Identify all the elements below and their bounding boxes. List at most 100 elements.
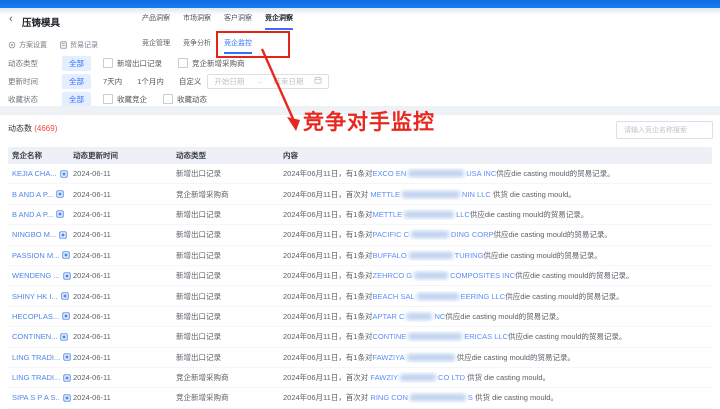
company-link[interactable]: NINGBO M... <box>8 230 73 239</box>
content-company-link[interactable]: LLC <box>456 210 470 219</box>
company-link[interactable]: LING TRADI... <box>8 353 73 362</box>
search-input[interactable] <box>616 121 713 139</box>
content-company-link[interactable]: CONTINE <box>372 332 406 341</box>
column-header-company: 竞企名称 <box>12 151 42 160</box>
gear-icon <box>8 41 16 49</box>
company-name[interactable]: WENDENG ... <box>12 271 60 280</box>
company-name[interactable]: PASSION M... <box>12 251 59 260</box>
quick-1-month[interactable]: 1个月内 <box>137 76 164 87</box>
content-company-link[interactable]: COMPOSITES INC <box>450 271 515 280</box>
content-company-link[interactable]: EXCO EN <box>372 169 406 178</box>
subtab-competitor-management[interactable]: 竞企管理 <box>142 38 170 54</box>
company-detail-icon[interactable] <box>56 190 64 198</box>
end-date-placeholder[interactable]: 结束日期 <box>274 76 304 87</box>
subtab-competition-analysis[interactable]: 竞争分析 <box>183 38 211 54</box>
row-update-date: 2024-06-11 <box>73 373 111 383</box>
checkbox-icon[interactable] <box>103 94 113 104</box>
company-name[interactable]: KEJIA CHA... <box>12 169 57 178</box>
redacted-text <box>416 292 459 300</box>
content-company-link[interactable]: USA INC <box>466 169 496 178</box>
content-text: 供应die casting mould的贸易记录。 <box>469 209 589 219</box>
table-row: NINGBO M... 2024-06-11 新增出口记录 2024年06月11日，有… <box>8 225 712 246</box>
company-name[interactable]: SIPA S P A S... <box>12 393 60 402</box>
start-date-placeholder[interactable]: 开始日期 <box>214 76 244 87</box>
trade-records-button[interactable]: 贸易记录 <box>60 40 98 50</box>
subtab-competitor-monitoring[interactable]: 竞企监控 <box>224 38 252 54</box>
content-company-link[interactable]: APTAR C <box>372 312 404 321</box>
filter-all-button[interactable]: 全部 <box>62 73 91 89</box>
company-detail-icon[interactable] <box>59 170 68 178</box>
company-name[interactable]: B AND A P... <box>12 210 53 219</box>
content-company-link[interactable]: ZEHRCO G <box>372 271 412 280</box>
checkbox-favorite-dynamic[interactable]: 收藏动态 <box>163 94 207 105</box>
content-company-link[interactable]: PACIFIC C <box>372 230 409 239</box>
quick-custom[interactable]: 自定义 <box>179 76 202 87</box>
company-link[interactable]: KEJIA CHA... <box>8 169 73 178</box>
tab-product-insight[interactable]: 产品洞察 <box>142 13 170 30</box>
content-company-link[interactable]: BEACH SAL <box>372 292 414 301</box>
company-detail-icon[interactable] <box>60 333 69 341</box>
redacted-text <box>411 231 450 239</box>
company-name[interactable]: NINGBO M... <box>12 230 56 239</box>
company-detail-icon[interactable] <box>59 231 67 239</box>
company-link[interactable]: B AND A P... <box>8 190 73 199</box>
tab-market-insight[interactable]: 市场洞察 <box>183 13 211 30</box>
table-row: WENDENG ... 2024-06-11 新增出口记录 2024年06月11日，有… <box>8 266 712 287</box>
company-link[interactable]: B AND A P... <box>8 210 73 219</box>
company-detail-icon[interactable] <box>62 312 70 321</box>
checkbox-icon[interactable] <box>163 94 173 104</box>
tab-competitor-insight[interactable]: 竞企洞察 <box>265 13 293 30</box>
calendar-icon[interactable] <box>314 76 322 86</box>
content-company-link[interactable]: TURING <box>455 251 484 260</box>
content-company-link[interactable]: DING CORP <box>451 230 494 239</box>
content-company-link[interactable]: FAWZIY <box>370 373 398 382</box>
checkbox-new-export-record[interactable]: 新增出口记录 <box>103 58 162 69</box>
company-link[interactable]: WENDENG ... <box>8 271 73 280</box>
content-company-link[interactable]: EERING LLC <box>461 292 506 301</box>
plan-settings-button[interactable]: 方案设置 <box>8 40 47 50</box>
content-company-link[interactable]: RING CON <box>370 393 408 402</box>
company-name[interactable]: SHINY HK I... <box>12 292 58 301</box>
company-detail-icon[interactable] <box>63 353 71 361</box>
company-link[interactable]: LING TRADI... <box>8 373 73 382</box>
checkbox-icon[interactable] <box>103 58 113 68</box>
quick-7-days[interactable]: 7天内 <box>103 76 122 87</box>
content-company-link[interactable]: METTLE <box>370 190 400 199</box>
content-text: 供应die casting mould的贸易记录。 <box>496 169 615 179</box>
company-name[interactable]: LING TRADI... <box>12 373 60 382</box>
content-company-link[interactable]: METTLE <box>372 210 402 219</box>
content-company-link[interactable]: CO LTD <box>438 373 465 382</box>
date-range-input[interactable]: 开始日期 → 结束日期 <box>207 73 330 89</box>
checkbox-icon[interactable] <box>178 58 188 68</box>
filter-all-button[interactable]: 全部 <box>62 91 91 107</box>
main-tabs: 产品洞察 市场洞察 客户洞察 竞企洞察 <box>142 13 293 30</box>
checkbox-label: 收藏动态 <box>177 94 207 104</box>
company-name[interactable]: LING TRADI... <box>12 353 60 362</box>
company-detail-icon[interactable] <box>61 292 69 300</box>
content-text: 2024年06月11日，首次对 <box>283 189 371 199</box>
company-link[interactable]: CONTINEN... <box>8 332 73 341</box>
row-update-date: 2024-06-11 <box>73 189 111 199</box>
company-name[interactable]: B AND A P... <box>12 190 53 199</box>
filter-all-button[interactable]: 全部 <box>62 55 91 71</box>
back-icon[interactable]: ‹ <box>9 14 13 25</box>
company-detail-icon[interactable] <box>63 373 71 382</box>
content-company-link[interactable]: BUFFALO <box>372 251 406 260</box>
content-company-link[interactable]: NIN LLC <box>462 190 491 199</box>
company-name[interactable]: HECOPLAS... <box>12 312 59 321</box>
company-detail-icon[interactable] <box>62 251 71 259</box>
checkbox-favorite-competitor[interactable]: 收藏竞企 <box>103 94 147 105</box>
content-company-link[interactable]: ERICAS LLC <box>464 332 508 341</box>
checkbox-new-buyer[interactable]: 竞企新增采购商 <box>178 58 245 69</box>
company-link[interactable]: SIPA S P A S... <box>8 393 73 402</box>
tab-customer-insight[interactable]: 客户洞察 <box>224 13 252 30</box>
company-link[interactable]: SHINY HK I... <box>8 292 73 301</box>
company-detail-icon[interactable] <box>63 394 71 402</box>
company-detail-icon[interactable] <box>56 210 64 219</box>
content-company-link[interactable]: FAWZIYA <box>372 353 404 362</box>
company-detail-icon[interactable] <box>62 271 71 280</box>
content-company-link[interactable]: NC <box>434 312 445 321</box>
company-link[interactable]: PASSION M... <box>8 251 73 260</box>
company-name[interactable]: CONTINEN... <box>12 332 57 341</box>
company-link[interactable]: HECOPLAS... <box>8 312 73 321</box>
